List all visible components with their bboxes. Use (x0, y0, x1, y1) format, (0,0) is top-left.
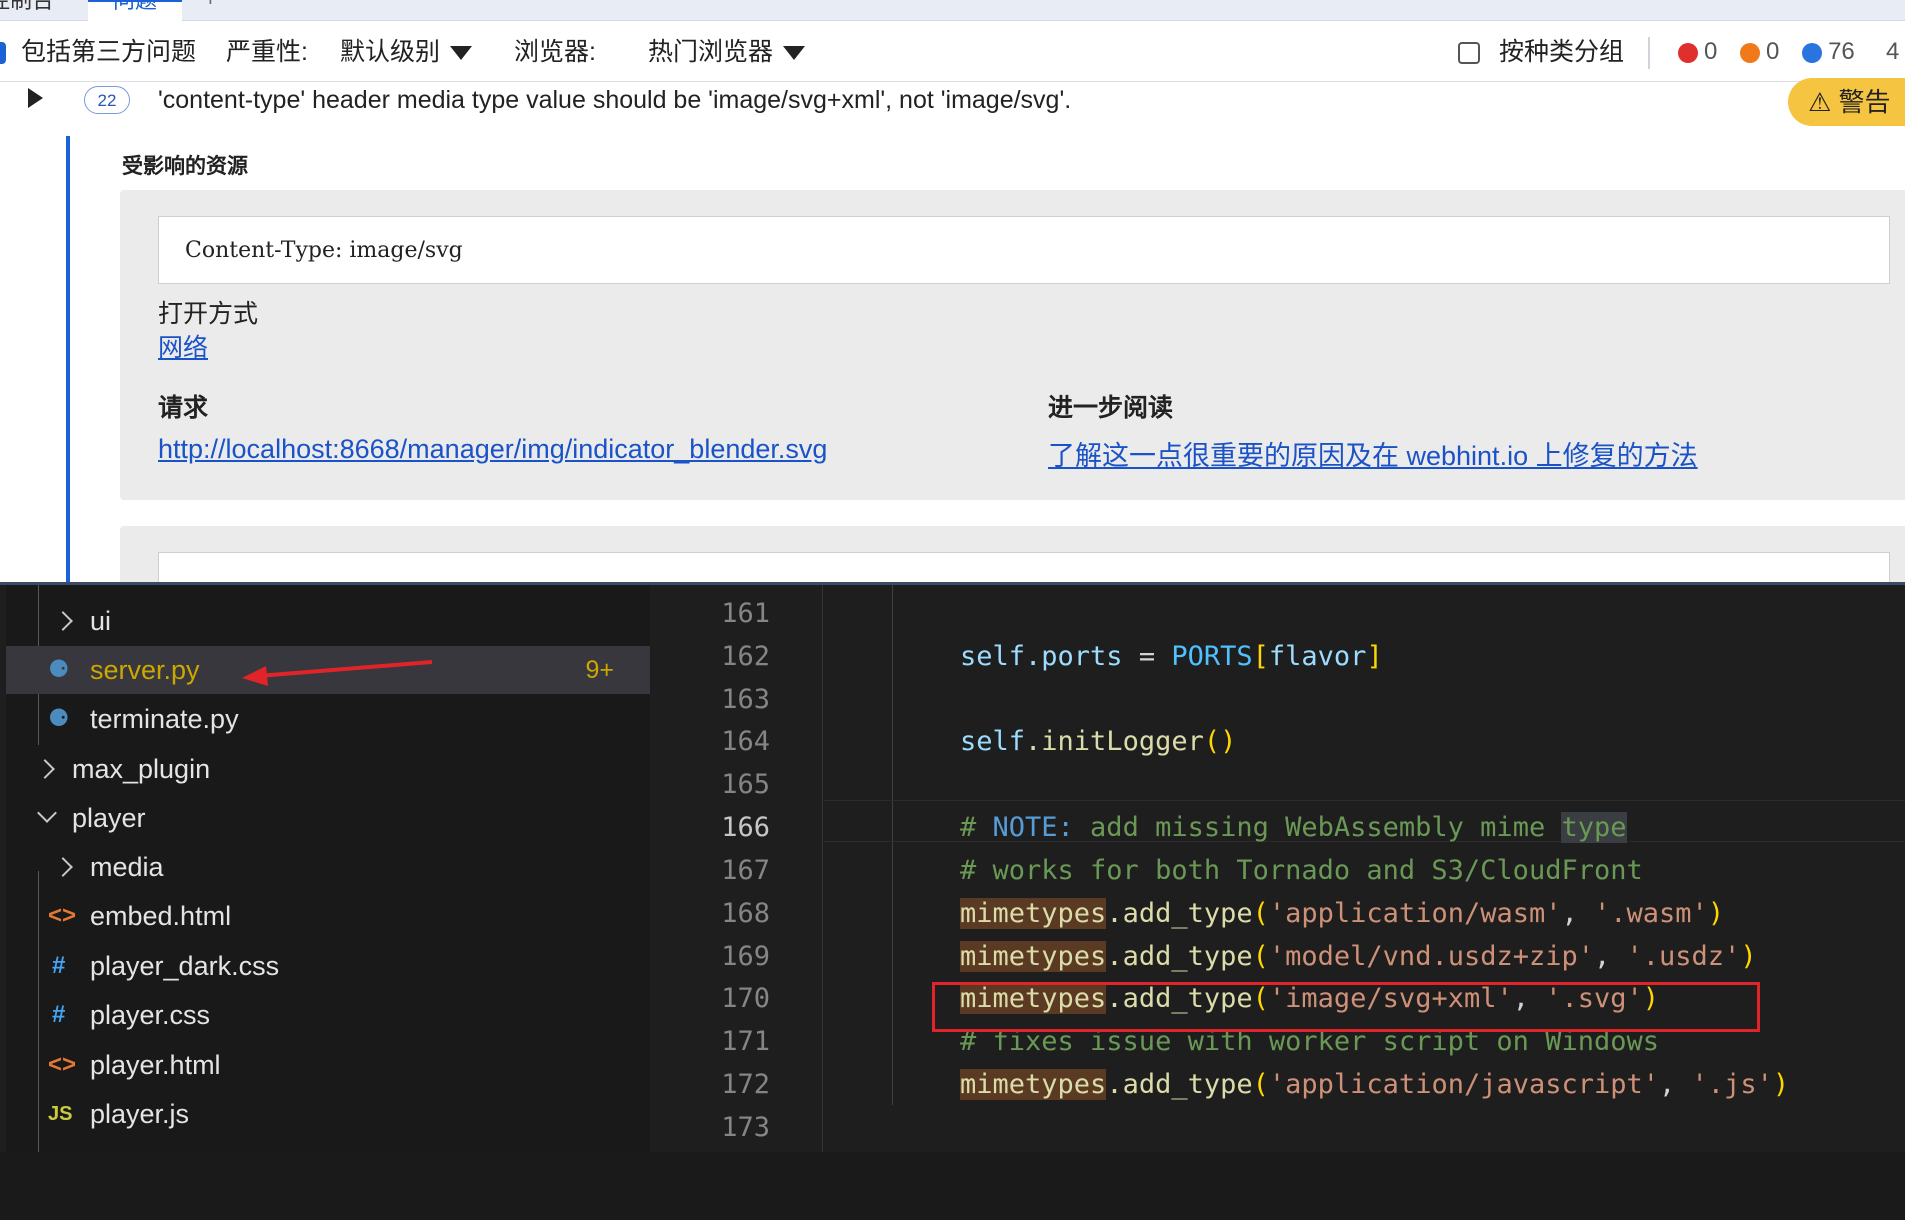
tree-folder-ui[interactable]: ui (6, 597, 650, 645)
code-line-169: mimetypes.add_type('model/vnd.usdz+zip',… (960, 941, 1757, 972)
third-party-toggle[interactable]: 包括第三方问题 (0, 37, 196, 67)
tree-folder-player[interactable]: player (6, 794, 650, 842)
html-file-icon: <> (48, 902, 77, 929)
tab-console[interactable]: 控制台 (0, 0, 78, 20)
css-file-icon: # (52, 952, 66, 979)
warning-icon (1740, 42, 1761, 63)
tree-file-embed-html[interactable]: <> embed.html (6, 892, 650, 940)
issue-tree-line (66, 136, 70, 582)
add-tab-button[interactable]: + (204, 0, 228, 20)
info-icon (1802, 42, 1823, 63)
problems-badge: 9+ (585, 656, 614, 684)
line-number-current: 166 (721, 812, 770, 843)
indent-guide (892, 585, 893, 1105)
open-with-label: 打开方式 (158, 300, 259, 328)
header-value-box-2 (158, 552, 1890, 582)
python-file-icon: ⚈ (48, 705, 70, 732)
line-number: 161 (721, 598, 770, 629)
line-number: 171 (721, 1026, 770, 1057)
empty-panel-area (0, 1152, 1905, 1220)
issue-count-pill: 22 (84, 86, 130, 114)
dropdown-arrow-icon (783, 46, 806, 61)
chevron-right-icon (53, 611, 73, 631)
tree-folder-max-plugin[interactable]: max_plugin (6, 745, 650, 793)
issue-message: 'content-type' header media type value s… (158, 86, 1072, 114)
chevron-right-icon (53, 857, 73, 877)
gutter-separator (822, 585, 823, 1155)
extra-counter: 4 (1886, 38, 1900, 65)
toolbar-divider (1648, 37, 1650, 69)
severity-dropdown[interactable]: 默认级别 (340, 37, 473, 67)
tree-file-player-css[interactable]: # player.css (6, 991, 650, 1039)
further-reading-label: 进一步阅读 (1048, 394, 1174, 422)
line-number: 163 (721, 684, 770, 715)
line-number: 173 (721, 1112, 770, 1143)
issue-row[interactable]: 22 'content-type' header media type valu… (0, 78, 1905, 126)
code-line-167: # works for both Tornado and S3/CloudFro… (960, 855, 1643, 886)
checkbox-icon (1458, 42, 1480, 65)
further-reading-link[interactable]: 了解这一点很重要的原因及在 webhint.io 上修复的方法 (1048, 434, 1698, 473)
code-editor[interactable]: 161 162 163 164 165 166 167 168 169 170 … (650, 585, 1905, 1155)
line-number: 164 (721, 726, 770, 757)
code-line-166: # NOTE: add missing WebAssembly mime typ… (960, 812, 1627, 843)
line-number: 169 (721, 941, 770, 972)
tree-file-player-js[interactable]: JS player.js (6, 1090, 650, 1138)
expand-triangle-icon[interactable] (28, 88, 43, 108)
python-file-icon: ⚈ (48, 656, 70, 683)
devtools-panel: 控制台 问题 + 包括第三方问题 严重性: 默认级别 浏览器: 热门浏览器 按种… (0, 0, 1905, 582)
header-value-box: Content-Type: image/svg (158, 216, 1890, 284)
line-number: 168 (721, 898, 770, 929)
line-number: 165 (721, 769, 770, 800)
tree-file-terminate-py[interactable]: ⚈ terminate.py (6, 695, 650, 743)
devtools-tabbar: 控制台 问题 + (0, 0, 1905, 22)
tree-file-player-html[interactable]: <> player.html (6, 1041, 650, 1089)
annotation-arrow-icon (242, 660, 433, 686)
affected-resources-title: 受影响的资源 (122, 155, 248, 178)
network-link[interactable]: 网络 (158, 328, 208, 364)
warning-badge: ⚠ 警告 (1788, 78, 1905, 126)
error-icon (1678, 42, 1698, 63)
affected-resource-card-2 (120, 526, 1905, 582)
request-url-link[interactable]: http://localhost:8668/manager/img/indica… (158, 434, 827, 465)
javascript-file-icon: JS (48, 1103, 73, 1125)
tree-folder-media[interactable]: media (6, 843, 650, 891)
line-number: 167 (721, 855, 770, 886)
line-number: 172 (721, 1069, 770, 1100)
issues-toolbar: 包括第三方问题 严重性: 默认级别 浏览器: 热门浏览器 按种类分组 0 0 7… (0, 21, 1905, 82)
tree-file-player-dark-css[interactable]: # player_dark.css (6, 942, 650, 990)
line-number: 162 (721, 641, 770, 672)
line-number: 170 (721, 983, 770, 1014)
tab-issues[interactable]: 问题 (88, 0, 182, 22)
group-by-kind-toggle[interactable]: 按种类分组 (1458, 37, 1624, 67)
dropdown-arrow-icon (450, 46, 473, 61)
code-line-168: mimetypes.add_type('application/wasm', '… (960, 898, 1725, 929)
css-file-icon: # (52, 1001, 66, 1028)
code-line-164: self.initLogger() (960, 726, 1237, 757)
checkbox-checked-icon (0, 42, 6, 65)
chevron-down-icon (37, 803, 57, 823)
issue-counters[interactable]: 0 0 76 (1678, 37, 1855, 67)
html-file-icon: <> (48, 1051, 77, 1078)
request-label: 请求 (158, 394, 209, 422)
chevron-right-icon (35, 759, 55, 779)
code-line-172: mimetypes.add_type('application/javascri… (960, 1069, 1790, 1100)
annotation-highlight-box (932, 982, 1760, 1032)
code-line-162: self.ports = PORTS[flavor] (960, 641, 1383, 672)
severity-label: 严重性: (226, 38, 308, 66)
browser-dropdown[interactable]: 热门浏览器 (648, 37, 806, 67)
affected-resource-card: Content-Type: image/svg 打开方式 网络 请求 http:… (120, 190, 1905, 500)
browser-label: 浏览器: (514, 38, 596, 66)
